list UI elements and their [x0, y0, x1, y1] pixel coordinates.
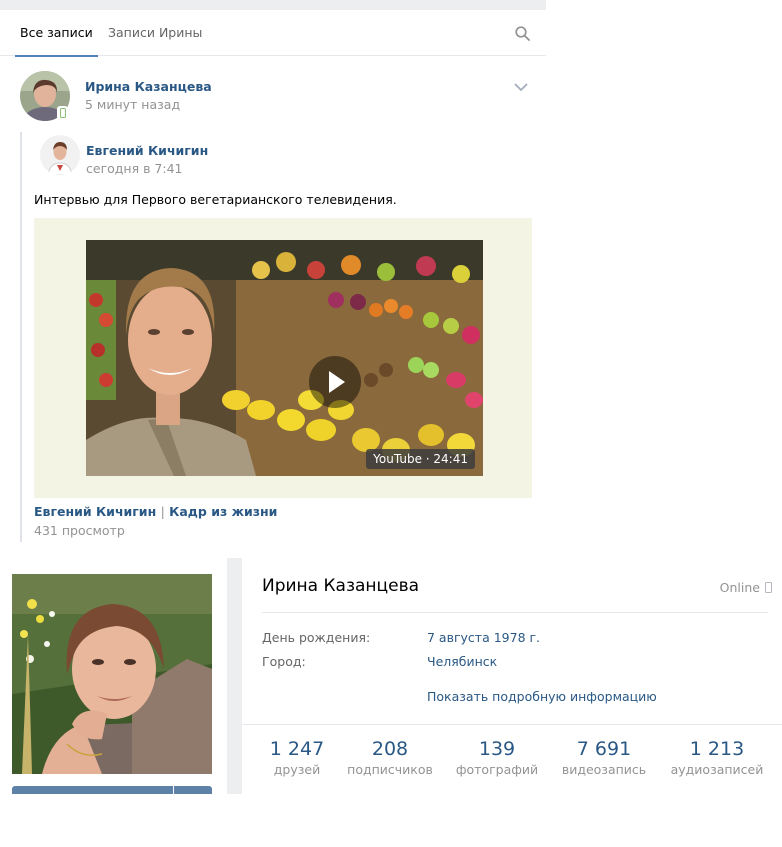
- wall-block: Все записи Записи Ирины Ирина Казанцева …: [0, 10, 546, 558]
- online-status: Online: [719, 580, 760, 595]
- counter-audio[interactable]: 1 213 аудиозаписей: [667, 738, 767, 777]
- profile-action-button[interactable]: [12, 786, 173, 794]
- mobile-phone-icon: [57, 106, 68, 120]
- play-icon[interactable]: [309, 356, 361, 408]
- profile-info-block: Ирина Казанцева Online День рождения: 7 …: [242, 558, 782, 794]
- video-title-author-link[interactable]: Евгений Кичигин: [34, 504, 156, 519]
- counter-followers[interactable]: 208 подписчиков: [340, 738, 440, 777]
- birthday-value[interactable]: 7 августа 1978 г.: [427, 630, 540, 645]
- counter-label: фотографий: [455, 762, 539, 777]
- tab-user-posts[interactable]: Записи Ирины: [108, 10, 202, 56]
- counter-label: подписчиков: [347, 762, 433, 777]
- counter-label: видеозапись: [561, 762, 647, 777]
- tab-all-posts[interactable]: Все записи: [15, 10, 98, 57]
- counter-photos[interactable]: 139 фотографий: [447, 738, 547, 777]
- page-top-background: [0, 0, 546, 10]
- counter-friends[interactable]: 1 247 друзей: [247, 738, 347, 777]
- post-time[interactable]: 5 минут назад: [85, 97, 180, 112]
- profile-action-dropdown-button[interactable]: [174, 786, 212, 794]
- profile-photo-block: [0, 558, 227, 794]
- video-views: 431 просмотр: [34, 523, 125, 538]
- counter-videos[interactable]: 7 691 видеозапись: [554, 738, 654, 777]
- video-thumbnail[interactable]: YouTube · 24:41: [86, 240, 483, 476]
- repost-author-name[interactable]: Евгений Кичигин: [86, 143, 208, 158]
- profile-photo[interactable]: [12, 574, 212, 774]
- divider: [262, 612, 768, 613]
- counter-value: 139: [478, 738, 516, 760]
- repost-text: Интервью для Первого вегетарианского тел…: [34, 192, 397, 207]
- counter-label: друзей: [273, 762, 321, 777]
- video-title-separator: |: [160, 504, 165, 519]
- city-label: Город:: [262, 654, 306, 669]
- repost-time[interactable]: сегодня в 7:41: [86, 161, 183, 176]
- chevron-down-icon[interactable]: [513, 81, 529, 93]
- video-title-name-link[interactable]: Кадр из жизни: [169, 504, 277, 519]
- search-icon[interactable]: [515, 26, 530, 41]
- counter-label: аудиозаписей: [670, 762, 764, 777]
- city-value[interactable]: Челябинск: [427, 654, 497, 669]
- counter-value: 7 691: [576, 738, 632, 760]
- counter-value: 208: [371, 738, 409, 760]
- repost-block: Евгений Кичигин сегодня в 7:41 Интервью …: [20, 132, 532, 542]
- mobile-phone-icon: [765, 582, 772, 593]
- video-attachment[interactable]: YouTube · 24:41: [34, 218, 532, 498]
- counter-value: 1 213: [689, 738, 745, 760]
- show-more-info-link[interactable]: Показать подробную информацию: [427, 689, 657, 704]
- post-author-name[interactable]: Ирина Казанцева: [85, 79, 212, 94]
- video-duration-badge: YouTube · 24:41: [366, 449, 475, 469]
- birthday-label: День рождения:: [262, 630, 371, 645]
- wall-tabs: Все записи Записи Ирины: [0, 10, 546, 57]
- counter-value: 1 247: [269, 738, 325, 760]
- divider: [242, 724, 782, 725]
- repost-author-avatar[interactable]: [40, 135, 80, 175]
- profile-name: Ирина Казанцева: [262, 576, 420, 596]
- video-title: Евгений Кичигин | Кадр из жизни: [34, 504, 277, 519]
